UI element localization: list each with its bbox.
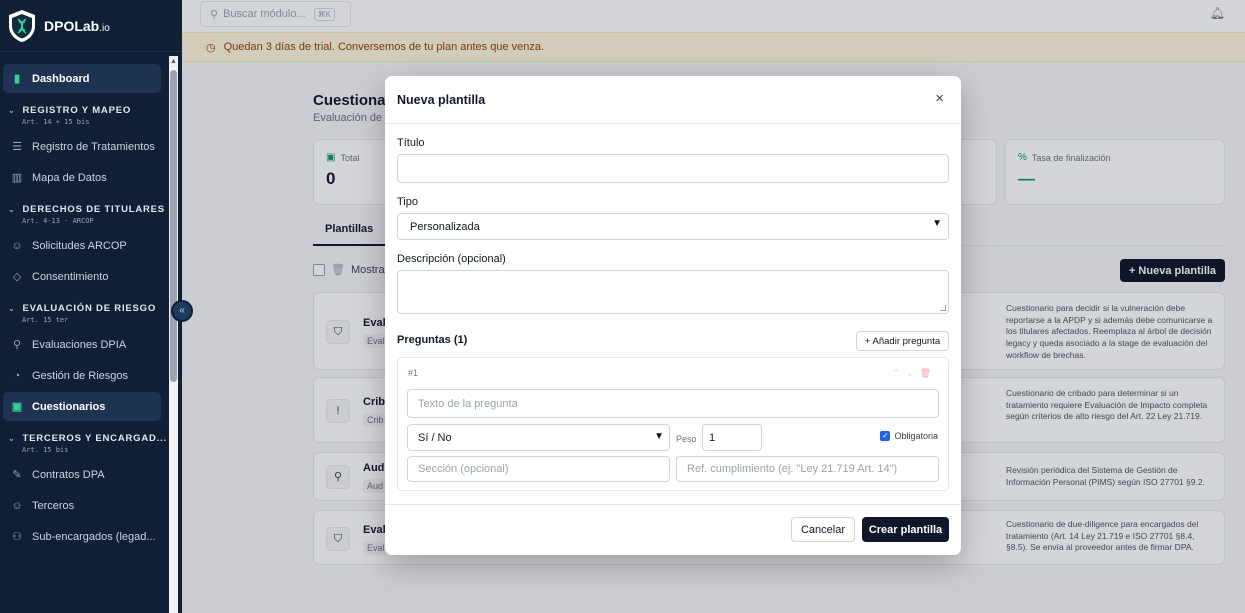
close-icon[interactable]: × <box>935 91 944 106</box>
sidebar-item-label: Contratos DPA <box>32 468 105 481</box>
sidebar-item-label: Gestión de Riesgos <box>32 369 128 382</box>
section-title: TERCEROS Y ENCARGAD... <box>22 433 167 444</box>
question-type-select[interactable]: Sí / No ▼ <box>407 424 670 451</box>
peso-value: 1 <box>709 431 716 444</box>
section-subtitle: Art. 14 + 15 bis <box>22 118 90 126</box>
users-icon: ☺ <box>11 499 23 512</box>
obligatoria-checkbox[interactable]: ✓ Obligatoria <box>880 431 938 441</box>
bar-chart-icon: ▮ <box>13 72 21 85</box>
sidebar-item-label: Consentimiento <box>32 270 109 283</box>
cancel-button[interactable]: Cancelar <box>791 517 855 542</box>
sidebar-item-label: Registro de Tratamientos <box>32 140 155 153</box>
scroll-thumb[interactable] <box>170 70 177 382</box>
titulo-input[interactable] <box>397 154 949 183</box>
tipo-label: Tipo <box>397 196 418 208</box>
check-icon: ✓ <box>880 431 891 441</box>
chevron-down-icon: ▼ <box>932 218 942 229</box>
move-up-icon[interactable]: ⌃ <box>892 368 906 378</box>
sidebar-item-evaluaciones-dpia[interactable]: ⚲ Evaluaciones DPIA <box>3 330 161 359</box>
sidebar-item-label: Terceros <box>32 499 75 512</box>
descripcion-textarea[interactable] <box>397 270 949 314</box>
question-type-value: Sí / No <box>418 431 452 444</box>
input-placeholder: Sección (opcional) <box>418 463 509 475</box>
resize-handle-icon[interactable] <box>940 305 946 311</box>
new-template-dialog: Nueva plantilla × Título Tipo Personaliz… <box>385 76 961 555</box>
sidebar-item-cuestionarios[interactable]: ▣ Cuestionarios <box>3 392 161 421</box>
chevron-down-icon: ⌄ <box>8 304 16 313</box>
gauge-icon: ◔ <box>13 369 21 382</box>
trash-icon[interactable]: 🗑︎ <box>920 368 937 378</box>
logo[interactable]: DPOLab.io <box>0 0 182 52</box>
input-placeholder: Texto de la pregunta <box>418 397 518 410</box>
obligatoria-label: Obligatoria <box>894 431 938 441</box>
tipo-selected-value: Personalizada <box>410 220 480 233</box>
preguntas-heading: Preguntas (1) <box>397 334 468 346</box>
question-number: #1 <box>408 368 419 378</box>
sidebar-scrollbar[interactable]: ▲ <box>169 56 178 613</box>
sidebar-item-mapa-datos[interactable]: ▥ Mapa de Datos <box>3 163 161 192</box>
sidebar-item-label: Solicitudes ARCOP <box>32 239 127 252</box>
brand-name: DPOLab.io <box>44 17 110 34</box>
shield-icon: ◇ <box>12 270 22 283</box>
sidebar-nav: ▮ Dashboard ⌄ REGISTRO Y MAPEO Art. 14 + … <box>0 62 168 553</box>
dialog-title: Nueva plantilla <box>397 92 486 107</box>
clipboard-icon: ▣ <box>11 400 23 413</box>
network-icon: ⚇ <box>12 530 22 543</box>
input-placeholder: Ref. cumplimiento (ej. "Ley 21.719 Art. … <box>687 463 898 475</box>
section-subtitle: Art. 4-13 · ARCOP <box>22 217 94 225</box>
move-down-icon[interactable]: ⌄ <box>906 368 920 378</box>
tipo-select[interactable]: Personalizada ▼ <box>397 213 949 240</box>
sidebar-item-registro-tratamientos[interactable]: ☰ Registro de Tratamientos <box>3 132 161 161</box>
section-title: REGISTRO Y MAPEO <box>22 105 132 116</box>
sidebar-item-sub-encargados[interactable]: ⚇ Sub-encargados (legad... <box>3 522 161 551</box>
question-text-input[interactable]: Texto de la pregunta <box>407 389 939 418</box>
sidebar-item-contratos-dpa[interactable]: ✎ Contratos DPA <box>3 460 161 489</box>
seccion-input[interactable]: Sección (opcional) <box>407 456 670 482</box>
section-subtitle: Art. 15 ter <box>22 316 69 324</box>
sidebar-item-label: Evaluaciones DPIA <box>32 338 127 351</box>
question-tools: ⌃⌄🗑︎ <box>892 368 937 379</box>
section-subtitle: Art. 15 bis <box>22 446 69 454</box>
sidebar-item-gestion-riesgos[interactable]: ◔ Gestión de Riesgos <box>3 361 161 390</box>
sidebar-item-label: Cuestionarios <box>32 400 106 413</box>
sidebar-item-label: Mapa de Datos <box>32 171 107 184</box>
users-icon: ☺ <box>11 239 23 252</box>
database-icon: ☰ <box>12 140 22 153</box>
sidebar: DPOLab.io ▮ Dashboard ⌄ REGISTRO Y MAPEO … <box>0 0 182 613</box>
ref-cumplimiento-input[interactable]: Ref. cumplimiento (ej. "Ley 21.719 Art. … <box>676 456 939 482</box>
add-question-button[interactable]: + Añadir pregunta <box>856 331 949 351</box>
section-title: EVALUACIÓN DE RIESGO <box>22 303 157 314</box>
sidebar-item-label: Dashboard <box>32 72 90 85</box>
section-evaluacion[interactable]: ⌄ EVALUACIÓN DE RIESGO Art. 15 ter <box>0 293 168 328</box>
titulo-label: Título <box>397 137 425 149</box>
question-card: #1 ⌃⌄🗑︎ Texto de la pregunta Sí / No ▼ P… <box>397 357 949 491</box>
dialog-header: Nueva plantilla <box>385 76 961 124</box>
chevron-down-icon: ⌄ <box>8 205 16 214</box>
peso-input[interactable]: 1 <box>702 424 762 451</box>
sidebar-item-label: Sub-encargados (legad... <box>32 530 156 543</box>
descripcion-label: Descripción (opcional) <box>397 253 506 265</box>
section-terceros[interactable]: ⌄ TERCEROS Y ENCARGAD... Art. 15 bis <box>0 423 168 458</box>
create-template-button[interactable]: Crear plantilla <box>862 517 949 542</box>
chevron-down-icon: ⌄ <box>8 106 16 115</box>
peso-label: Peso <box>676 434 697 444</box>
sidebar-item-solicitudes-arcop[interactable]: ☺ Solicitudes ARCOP <box>3 231 161 260</box>
section-derechos[interactable]: ⌄ DERECHOS DE TITULARES Art. 4-13 · ARCOP <box>0 194 168 229</box>
sidebar-item-dashboard[interactable]: ▮ Dashboard <box>3 64 161 93</box>
contract-icon: ✎ <box>12 468 22 481</box>
section-registro[interactable]: ⌄ REGISTRO Y MAPEO Art. 14 + 15 bis <box>0 95 168 130</box>
chevron-down-icon: ▼ <box>654 431 664 442</box>
map-icon: ▥ <box>11 171 23 184</box>
collapse-sidebar-button[interactable]: « <box>171 300 193 322</box>
chevron-down-icon: ⌄ <box>8 434 16 443</box>
logo-shield-icon <box>9 9 35 42</box>
scroll-up-arrow-icon[interactable]: ▲ <box>169 56 178 68</box>
search-icon: ⚲ <box>12 338 22 351</box>
section-title: DERECHOS DE TITULARES <box>22 204 165 215</box>
sidebar-item-consentimiento[interactable]: ◇ Consentimiento <box>3 262 161 291</box>
sidebar-item-terceros[interactable]: ☺ Terceros <box>3 491 161 520</box>
